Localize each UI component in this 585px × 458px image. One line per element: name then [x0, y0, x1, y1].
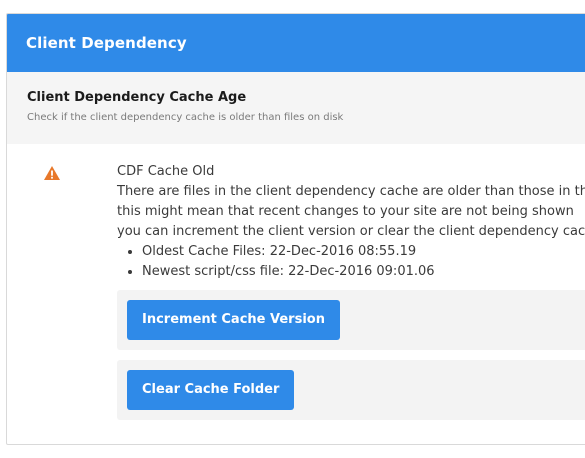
check-group-title: Client Dependency Cache Age [27, 90, 247, 105]
check-group-header: Client Dependency Cache Age Check if the… [7, 72, 585, 144]
list-item: Newest script/css file: 22-Dec-2016 09:0… [142, 262, 585, 282]
check-details-list: Oldest Cache Files: 22-Dec-2016 08:55.19… [117, 242, 585, 282]
check-message-line: you can increment the client version or … [117, 224, 585, 239]
panel-title: Client Dependency [26, 34, 187, 52]
clear-cache-folder-button[interactable]: Clear Cache Folder [127, 370, 295, 410]
panel-header: Client Dependency [7, 14, 585, 72]
increment-cache-version-button[interactable]: Increment Cache Version [127, 300, 340, 340]
action-container: Increment Cache Version [117, 290, 585, 350]
action-container: Clear Cache Folder [117, 360, 585, 420]
check-group-description: Check if the client dependency cache is … [27, 112, 344, 123]
check-message-line: this might mean that recent changes to y… [117, 204, 574, 219]
check-result: CDF Cache Old There are files in the cli… [7, 144, 585, 420]
client-dependency-panel: Client Dependency Client Dependency Cach… [6, 13, 585, 445]
warning-icon [43, 165, 61, 181]
check-title: CDF Cache Old [117, 164, 215, 179]
list-item: Oldest Cache Files: 22-Dec-2016 08:55.19 [142, 242, 585, 262]
check-message: CDF Cache Old There are files in the cli… [117, 162, 585, 282]
check-message-line: There are files in the client dependency… [117, 184, 585, 199]
